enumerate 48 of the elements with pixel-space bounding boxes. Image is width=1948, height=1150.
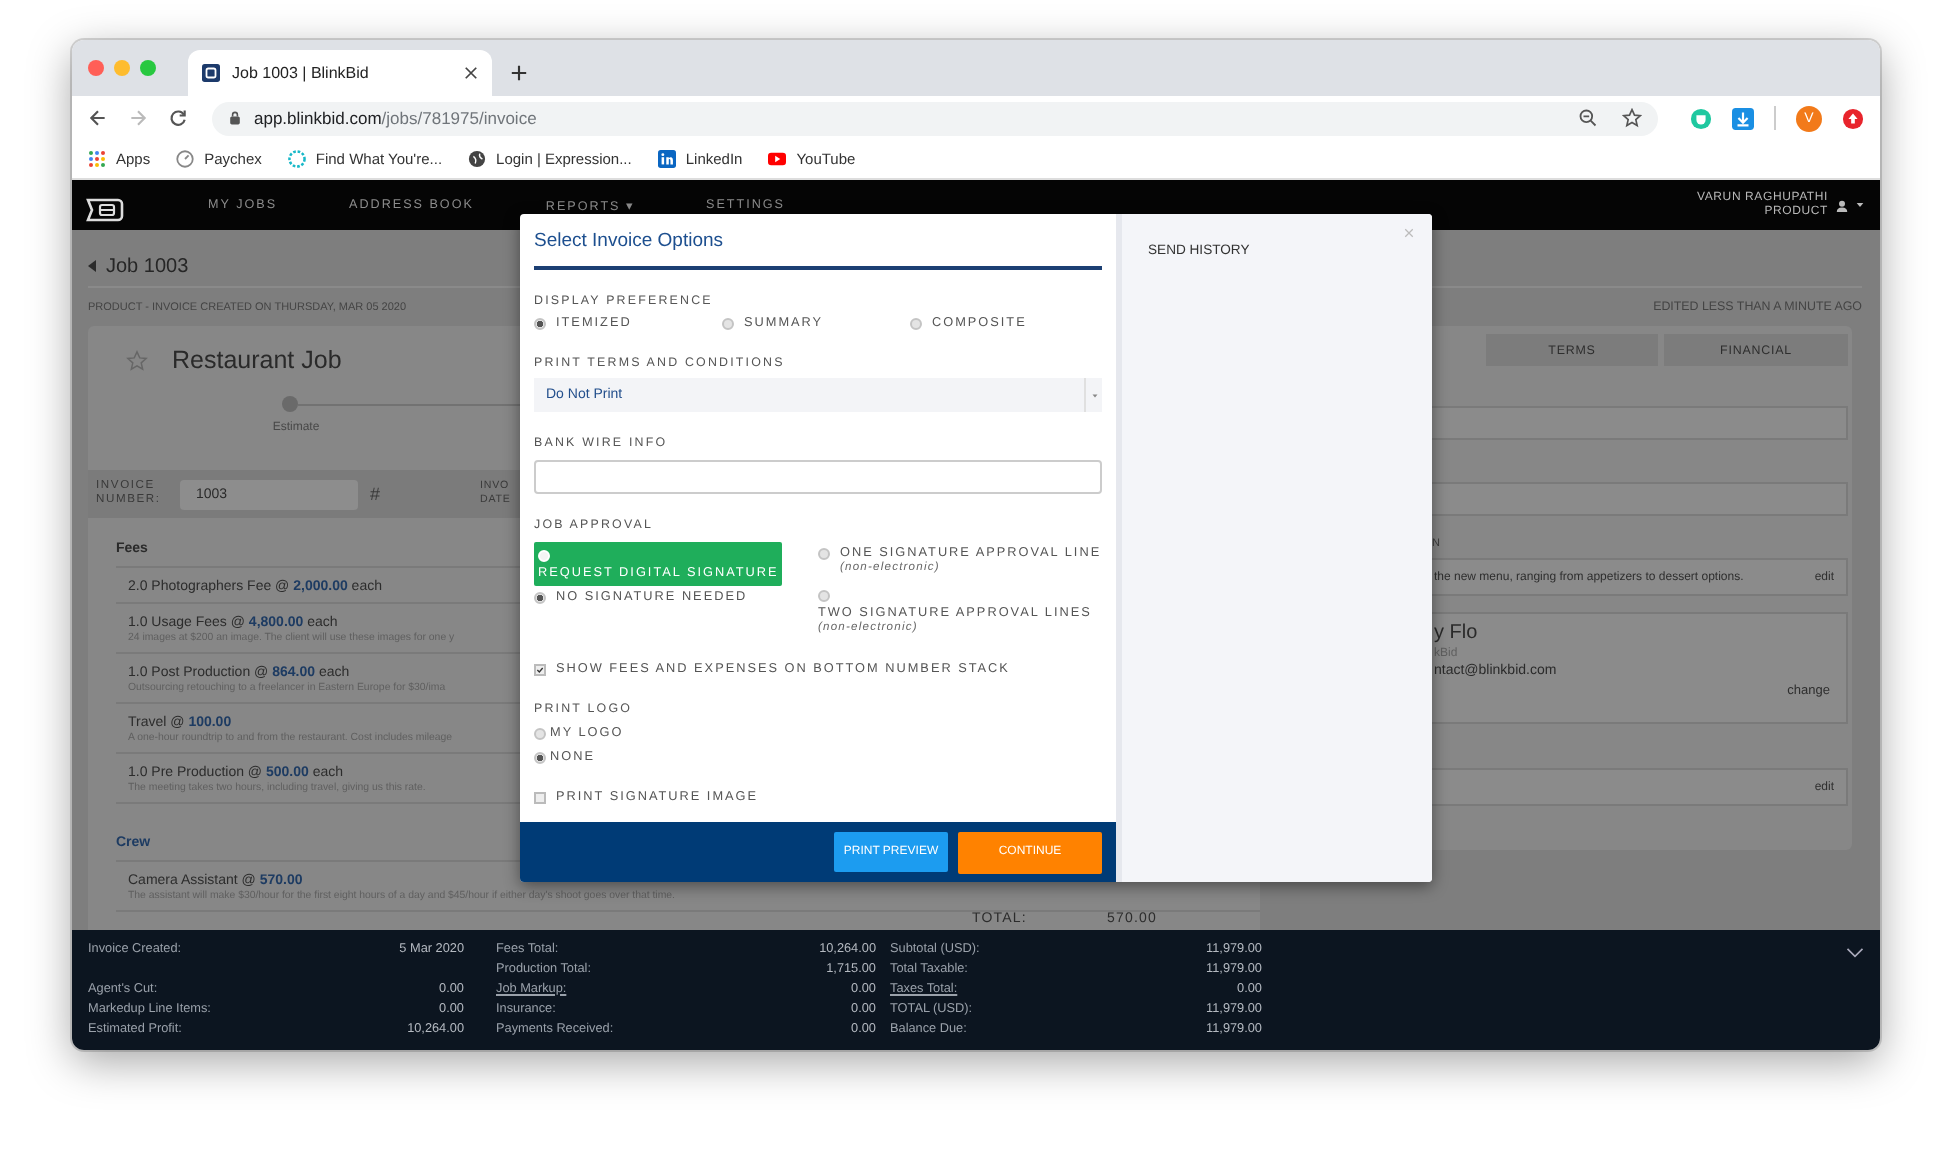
back-arrow-icon[interactable] bbox=[88, 108, 108, 128]
apps-grid-icon bbox=[88, 150, 106, 168]
address-bar[interactable]: app.blinkbid.com/jobs/781975/invoice bbox=[212, 101, 1658, 135]
chevron-down-icon[interactable] bbox=[1846, 948, 1864, 958]
checkbox[interactable] bbox=[534, 664, 546, 676]
hash-sign: # bbox=[370, 484, 381, 504]
close-icon[interactable] bbox=[464, 66, 478, 80]
logo-icon[interactable] bbox=[84, 197, 124, 221]
lock-icon bbox=[228, 110, 242, 126]
text-field[interactable] bbox=[1432, 406, 1848, 440]
alert-extension-icon[interactable] bbox=[1842, 107, 1864, 129]
bank-wire-field[interactable] bbox=[534, 460, 1102, 494]
favicon-icon bbox=[202, 64, 220, 82]
radio-button[interactable] bbox=[818, 548, 830, 560]
radio-button[interactable] bbox=[910, 318, 922, 330]
forward-arrow-icon[interactable] bbox=[128, 108, 148, 128]
text-field[interactable] bbox=[1432, 482, 1848, 516]
gauge-icon bbox=[176, 150, 195, 168]
window-maximize-button[interactable] bbox=[140, 60, 156, 76]
person-icon[interactable] bbox=[1836, 199, 1848, 211]
url-text: app.blinkbid.com/jobs/781975/invoice bbox=[254, 108, 539, 128]
linkedin-icon bbox=[657, 150, 676, 168]
radio-button[interactable] bbox=[534, 728, 546, 740]
shield-extension-icon[interactable] bbox=[1690, 107, 1712, 129]
radio-button[interactable] bbox=[722, 318, 734, 330]
download-extension-icon[interactable] bbox=[1732, 107, 1754, 129]
reload-icon[interactable] bbox=[168, 108, 188, 128]
job-title: Restaurant Job bbox=[172, 346, 342, 374]
dotted-circle-icon bbox=[287, 150, 306, 168]
radio-button[interactable] bbox=[818, 590, 830, 602]
star-icon[interactable] bbox=[126, 349, 148, 371]
caret-icon[interactable] bbox=[1856, 202, 1864, 208]
browser-tab[interactable]: Job 1003 | BlinkBid bbox=[188, 50, 492, 96]
checkbox[interactable] bbox=[534, 792, 546, 804]
zoom-out-icon[interactable] bbox=[1578, 108, 1598, 128]
back-link[interactable]: Job 1003 bbox=[88, 255, 189, 277]
radio-button[interactable] bbox=[534, 592, 546, 604]
back-triangle-icon bbox=[88, 260, 96, 272]
dialog-title: Select Invoice Options bbox=[534, 214, 1102, 270]
caret-icon bbox=[1091, 393, 1097, 397]
radio-button[interactable] bbox=[534, 318, 546, 330]
window-close-button[interactable] bbox=[88, 60, 104, 76]
star-icon[interactable] bbox=[1622, 108, 1642, 128]
globe-icon bbox=[468, 150, 487, 168]
new-tab-icon[interactable] bbox=[510, 64, 528, 82]
play-button-icon bbox=[768, 150, 787, 168]
radio-button[interactable] bbox=[534, 752, 546, 764]
contact-name: y Flo bbox=[1434, 622, 1480, 646]
